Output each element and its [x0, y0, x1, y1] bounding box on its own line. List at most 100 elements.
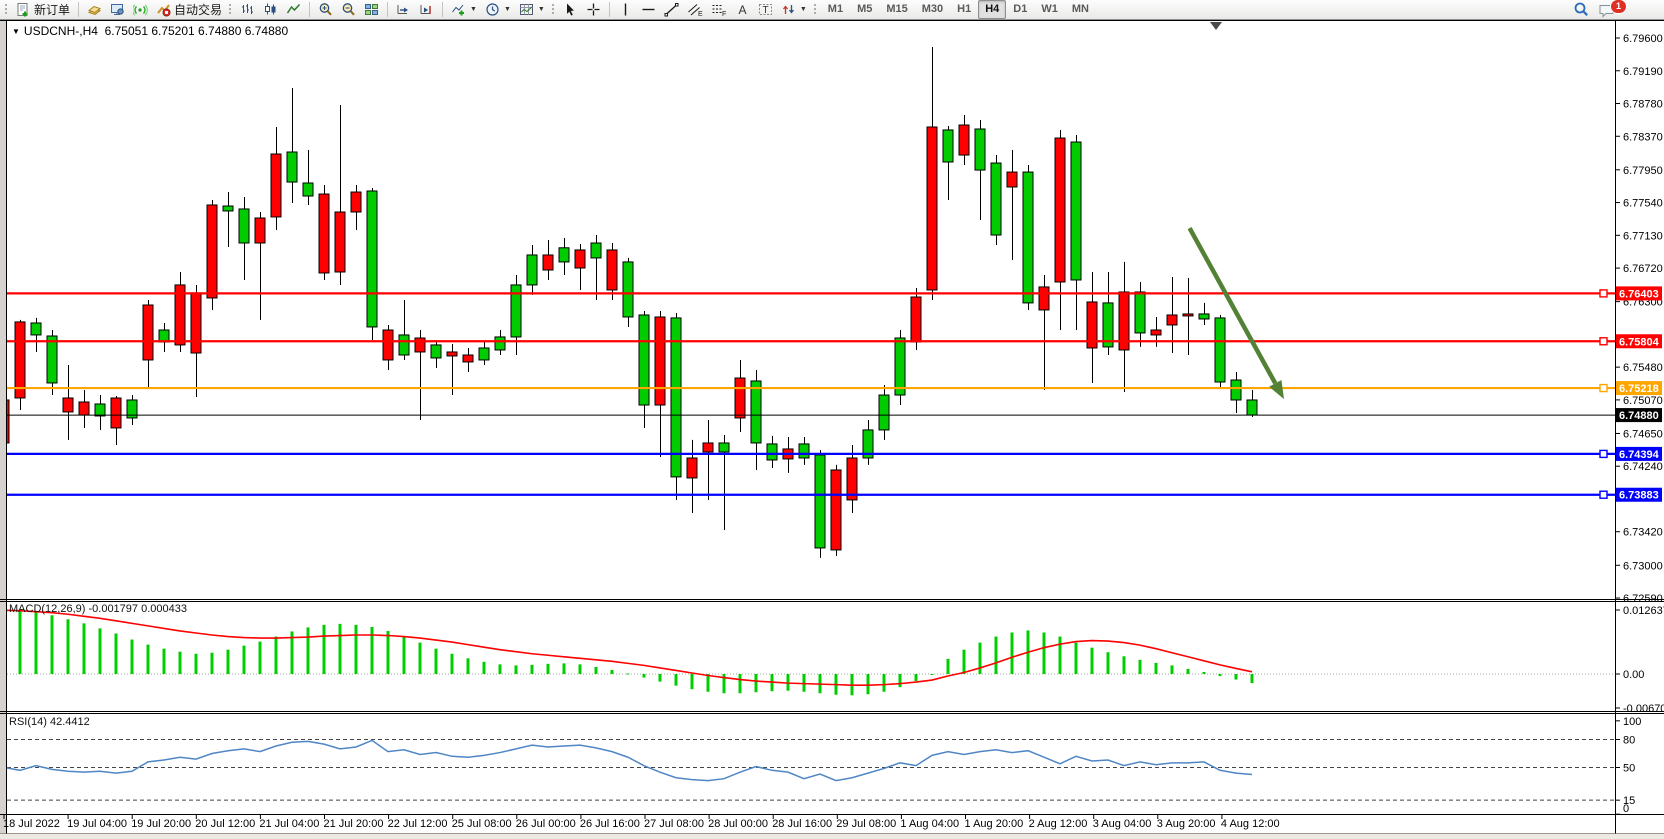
zoom-in-button[interactable] — [314, 0, 337, 19]
timeframe-M5[interactable]: M5 — [850, 0, 879, 19]
macd-indicator-label: MACD(12,26,9) -0.001797 0.000433 — [9, 603, 187, 615]
macd-bar — [595, 667, 598, 674]
time-tick-label: 26 Jul 00:00 — [516, 818, 576, 830]
macd-bar — [131, 640, 134, 674]
candle-up — [1023, 172, 1033, 303]
candle-down — [831, 470, 841, 550]
toolbar-grip[interactable] — [228, 3, 232, 16]
toolbar-grip[interactable] — [813, 3, 817, 16]
candle-up — [31, 323, 41, 335]
line-handle[interactable] — [1600, 450, 1607, 457]
timeframe-H4[interactable]: H4 — [978, 0, 1006, 19]
search-button[interactable] — [1569, 0, 1594, 19]
horizontal-line-button[interactable] — [637, 0, 660, 19]
line-handle[interactable] — [1600, 385, 1607, 392]
macd-name: MACD(12,26,9) — [9, 603, 85, 615]
timeframe-H1[interactable]: H1 — [950, 0, 978, 19]
bar-chart-icon — [240, 2, 255, 17]
timeframe-W1[interactable]: W1 — [1034, 0, 1065, 19]
macd-tick-label: 0.012637 — [1623, 605, 1664, 617]
timeframe-D1[interactable]: D1 — [1006, 0, 1034, 19]
periods-button[interactable]: ▼ — [481, 0, 515, 19]
price-badge-6.75218: 6.75218 — [1619, 383, 1659, 395]
profiles-button[interactable] — [83, 0, 106, 19]
time-tick-label: 25 Jul 08:00 — [452, 818, 512, 830]
news-signal-button[interactable] — [129, 0, 152, 19]
macd-bar — [67, 619, 70, 674]
macd-bar — [1011, 632, 1014, 674]
price-badge-6.74880: 6.74880 — [1619, 410, 1659, 422]
candle-up — [223, 206, 233, 211]
toolbar-grip[interactable] — [551, 3, 555, 16]
cursor-button[interactable] — [559, 0, 582, 19]
macd-bar — [419, 643, 422, 674]
line-chart-button[interactable] — [282, 0, 305, 19]
timeframe-MN[interactable]: MN — [1065, 0, 1096, 19]
macd-tick-label: 0.00 — [1623, 669, 1644, 681]
candle-down — [447, 352, 457, 356]
time-tick-label: 3 Aug 04:00 — [1093, 818, 1152, 830]
timeframe-M30[interactable]: M30 — [915, 0, 950, 19]
macd-bar — [451, 654, 454, 674]
trendline-button[interactable] — [660, 0, 683, 19]
channel-button[interactable]: E — [683, 0, 707, 19]
chart-title[interactable]: ▼USDCNH-,H4 6.75051 6.75201 6.74880 6.74… — [12, 24, 288, 38]
toolbar-grip[interactable] — [4, 3, 8, 16]
macd-bar — [163, 649, 166, 674]
indicators-button[interactable]: ▼ — [447, 0, 481, 19]
text-button[interactable]: A — [731, 0, 754, 19]
bar-chart-button[interactable] — [236, 0, 259, 19]
price-tick-label: 6.74240 — [1623, 461, 1663, 473]
macd-bar — [1139, 660, 1142, 674]
timeframe-M1[interactable]: M1 — [821, 0, 850, 19]
time-tick-label: 21 Jul 20:00 — [324, 818, 384, 830]
text-label-button[interactable]: T — [754, 0, 777, 19]
new-order-button[interactable]: 新订单 — [12, 0, 74, 19]
candle-up — [1199, 314, 1209, 319]
rsi-tick-label: 80 — [1623, 735, 1635, 747]
tile-windows-button[interactable] — [360, 0, 383, 19]
notifications-button[interactable]: 1 — [1594, 0, 1620, 19]
line-handle[interactable] — [1600, 491, 1607, 498]
profiles-icon — [87, 2, 102, 17]
candlestick-chart-icon — [263, 2, 278, 17]
macd-bar — [227, 650, 230, 674]
line-handle[interactable] — [1600, 290, 1607, 297]
candle-down — [319, 194, 329, 273]
separator — [309, 2, 310, 17]
macd-bar — [707, 674, 710, 692]
candlestick-chart-button[interactable] — [259, 0, 282, 19]
zoom-in-icon — [318, 2, 333, 17]
candle-down — [383, 330, 393, 360]
market-watch-button[interactable] — [106, 0, 129, 19]
vertical-line-button[interactable] — [614, 0, 637, 19]
trendline-icon — [664, 2, 679, 17]
candle-down — [415, 338, 425, 352]
macd-bar — [691, 674, 694, 689]
price-tick-label: 6.75480 — [1623, 362, 1663, 374]
timeframe-M15[interactable]: M15 — [879, 0, 914, 19]
auto-scroll-button[interactable] — [392, 0, 415, 19]
candle-down — [207, 205, 217, 298]
macd-bar — [1155, 663, 1158, 674]
templates-button[interactable]: ▼ — [515, 0, 549, 19]
price-tick-label: 6.73420 — [1623, 527, 1663, 539]
crosshair-icon — [586, 2, 601, 17]
chart-canvas[interactable]: 6.796006.791906.787806.783706.779506.775… — [0, 0, 1664, 839]
time-tick-label: 28 Jul 00:00 — [708, 818, 768, 830]
crosshair-button[interactable] — [582, 0, 605, 19]
cursor-icon — [563, 2, 578, 17]
candle-up — [527, 255, 537, 285]
arrows-button[interactable]: ▼ — [777, 0, 811, 19]
candle-up — [47, 336, 57, 383]
new-order-label: 新订单 — [34, 1, 70, 18]
chart-shift-button[interactable] — [415, 0, 438, 19]
line-handle[interactable] — [1600, 338, 1607, 345]
zoom-out-button[interactable] — [337, 0, 360, 19]
candle-down — [927, 127, 937, 290]
candle-down — [191, 293, 201, 353]
macd-bar — [563, 663, 566, 674]
macd-bar — [515, 665, 518, 674]
auto-trading-button[interactable]: 自动交易 — [152, 0, 226, 19]
fibonacci-button[interactable]: F — [707, 0, 731, 19]
